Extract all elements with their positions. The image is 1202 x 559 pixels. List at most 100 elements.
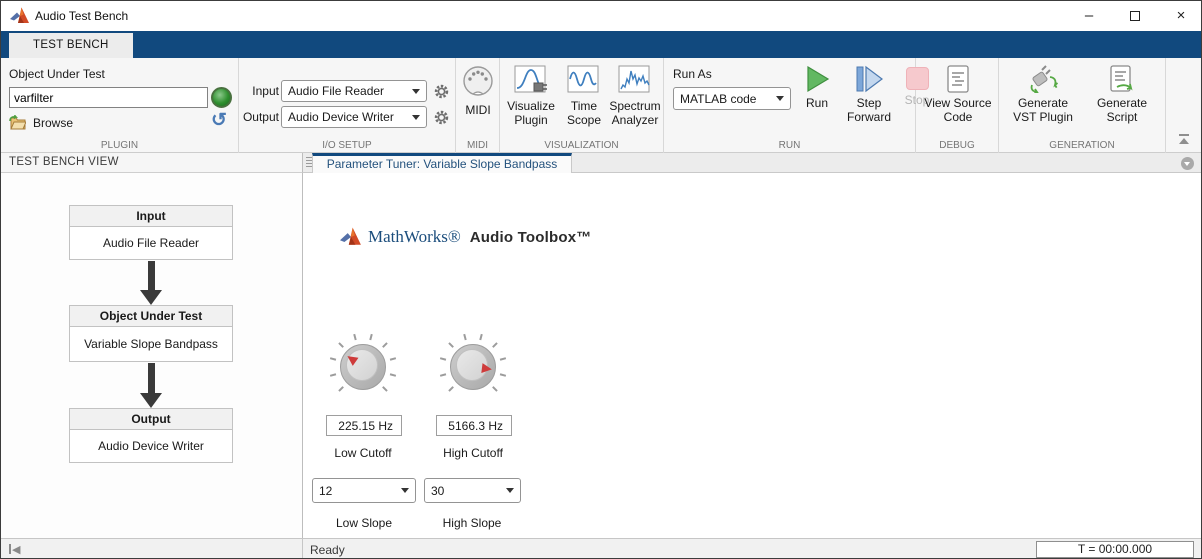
output-select[interactable]: Audio Device Writer (281, 106, 427, 128)
status-message: Ready (310, 543, 345, 557)
section-midi: MIDI MIDI (456, 58, 500, 153)
section-caption-plugin: PLUGIN (100, 140, 139, 151)
collapse-panel-icon[interactable]: ◀ (9, 543, 20, 556)
chevron-down-icon (401, 488, 409, 493)
time-scope-button[interactable]: Time Scope (562, 65, 606, 127)
tab-test-bench[interactable]: TEST BENCH (9, 33, 133, 58)
run-as-select[interactable]: MATLAB code (673, 87, 791, 110)
toolstrip: Object Under Test Browse ↺ PLUGIN Input … (1, 58, 1201, 153)
flow-box-output-title: Output (70, 409, 232, 430)
low-cutoff-knob[interactable] (328, 332, 398, 402)
view-source-code-label: View Source Code (924, 96, 992, 124)
audio-toolbox-wordmark: Audio Toolbox™ (469, 228, 592, 246)
run-as-label: Run As (673, 67, 712, 81)
source-code-document-icon (947, 65, 969, 93)
title-bar: Audio Test Bench – × (1, 1, 1201, 31)
section-caption-debug: DEBUG (939, 140, 975, 151)
flow-box-input-value: Audio File Reader (102, 236, 200, 250)
test-bench-view-header: TEST BENCH VIEW (1, 153, 303, 173)
section-caption-run: RUN (778, 140, 801, 151)
vst-plugin-icon (1030, 65, 1058, 93)
tab-parameter-tuner[interactable]: Parameter Tuner: Variable Slope Bandpass (312, 153, 572, 173)
browse-label: Browse (33, 115, 74, 130)
minimize-button[interactable]: – (1066, 1, 1112, 31)
simulation-time-display: T = 00:00.000 (1036, 541, 1194, 558)
run-button[interactable]: Run (796, 65, 838, 110)
input-settings-gear-icon[interactable] (433, 83, 450, 100)
flow-box-output[interactable]: Output Audio Device Writer (69, 408, 233, 463)
browse-button[interactable]: Browse (9, 115, 73, 130)
brand-row: MathWorks® Audio Toolbox™ (340, 227, 591, 247)
section-io-setup: Input Audio File Reader Output Audio Dev… (239, 58, 456, 153)
visualize-plugin-label: Visualize Plugin (507, 99, 555, 127)
maximize-icon (1130, 11, 1140, 21)
flow-box-out-title: Object Under Test (70, 306, 232, 327)
flow-box-object-under-test[interactable]: Object Under Test Variable Slope Bandpas… (69, 305, 233, 362)
parameter-tuner-panel: MathWorks® Audio Toolbox™ 225.15 Hz 5166… (304, 173, 1201, 538)
app-window: Audio Test Bench – × TEST BENCH Object U… (0, 0, 1202, 559)
section-caption-visualization: VISUALIZATION (544, 140, 619, 151)
status-bar-left-segment: ◀ (1, 539, 303, 558)
generate-script-label: Generate Script (1096, 96, 1148, 124)
close-button[interactable]: × (1158, 1, 1201, 31)
generate-script-button[interactable]: Generate Script (1087, 65, 1157, 124)
generate-vst-plugin-label: Generate VST Plugin (1013, 96, 1073, 124)
input-label: Input (252, 84, 279, 98)
section-caption-io-setup: I/O SETUP (322, 140, 372, 151)
output-settings-gear-icon[interactable] (433, 109, 450, 126)
chevron-down-icon (1184, 162, 1191, 166)
high-slope-label: High Slope (442, 516, 502, 530)
output-label: Output (242, 110, 279, 124)
low-slope-select[interactable]: 12 (312, 478, 416, 503)
time-scope-label: Time Scope (566, 99, 602, 127)
view-source-code-button[interactable]: View Source Code (920, 65, 996, 124)
section-caption-generation: GENERATION (1049, 140, 1115, 151)
run-label: Run (805, 96, 828, 110)
folder-icon (9, 115, 26, 130)
revert-icon[interactable]: ↺ (211, 109, 227, 132)
flow-box-input-title: Input (70, 206, 232, 227)
document-tab-bar: Parameter Tuner: Variable Slope Bandpass (303, 153, 1201, 173)
high-cutoff-label: High Cutoff (443, 446, 503, 460)
flow-box-input[interactable]: Input Audio File Reader (69, 205, 233, 260)
input-select[interactable]: Audio File Reader (281, 80, 427, 102)
high-slope-select[interactable]: 30 (424, 478, 521, 503)
time-scope-icon (567, 65, 599, 93)
generate-vst-plugin-button[interactable]: Generate VST Plugin (1007, 65, 1079, 124)
low-cutoff-value-field[interactable]: 225.15 Hz (326, 415, 402, 436)
matlab-logo-icon (10, 7, 29, 23)
plugin-valid-indicator[interactable] (211, 87, 232, 108)
high-cutoff-knob[interactable] (438, 332, 508, 402)
spectrum-analyzer-icon (618, 65, 650, 93)
spectrum-analyzer-label: Spectrum Analyzer (609, 99, 661, 127)
section-generation: Generate VST Plugin Generate Script GENE… (999, 58, 1166, 153)
tab-actions-button[interactable] (1181, 157, 1194, 170)
step-forward-button[interactable]: Step Forward (838, 65, 900, 124)
mathworks-logo-icon (340, 227, 361, 245)
mathworks-wordmark: MathWorks® (368, 227, 461, 246)
window-title: Audio Test Bench (35, 9, 129, 23)
low-cutoff-label: Low Cutoff (334, 446, 392, 460)
object-under-test-label: Object Under Test (9, 67, 105, 81)
input-select-value: Audio File Reader (288, 84, 385, 98)
low-slope-label: Low Slope (335, 516, 393, 530)
high-cutoff-value-field[interactable]: 5166.3 Hz (436, 415, 512, 436)
chevron-down-icon (506, 488, 514, 493)
section-plugin: Object Under Test Browse ↺ PLUGIN (1, 58, 239, 153)
high-slope-select-value: 30 (431, 483, 445, 498)
section-visualization: Visualize Plugin Time Scope Spectrum Ana… (500, 58, 664, 153)
chevron-down-icon (776, 96, 784, 101)
object-under-test-input[interactable] (9, 87, 208, 108)
spectrum-analyzer-button[interactable]: Spectrum Analyzer (606, 65, 664, 127)
maximize-button[interactable] (1112, 1, 1158, 31)
collapse-toolstrip-icon[interactable] (1177, 133, 1191, 145)
midi-button-label: MIDI (465, 103, 491, 117)
step-forward-label: Step Forward (846, 96, 891, 124)
test-bench-view-title: TEST BENCH VIEW (9, 156, 119, 168)
section-debug: View Source Code DEBUG (916, 58, 999, 153)
chevron-down-icon (412, 114, 420, 120)
visualize-plugin-button[interactable]: Visualize Plugin (502, 65, 560, 127)
script-document-icon (1110, 65, 1133, 92)
midi-button[interactable]: MIDI (456, 65, 500, 117)
chevron-down-icon (412, 88, 420, 94)
